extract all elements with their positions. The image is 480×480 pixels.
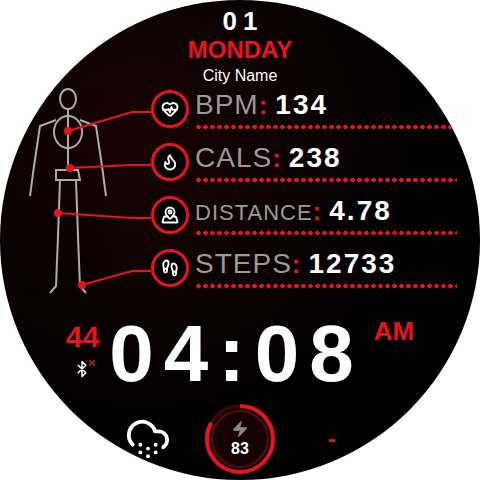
stat-label: CALS	[195, 143, 272, 172]
bolt-icon	[231, 420, 249, 438]
stat-value: 238	[289, 143, 342, 172]
skeleton-icon	[20, 86, 151, 298]
stat-label: STEPS	[195, 249, 292, 278]
stat-body: CALS:238	[195, 139, 457, 183]
stat-line: DISTANCE:4.78	[195, 196, 457, 225]
flame-icon	[151, 143, 189, 181]
stat-label: DISTANCE	[195, 201, 313, 224]
stat-line: CALS:238	[195, 143, 457, 172]
city-name: City Name	[203, 68, 278, 84]
stat-label: BPM	[195, 90, 259, 119]
stat-separator: :	[272, 145, 281, 172]
battery-ring: 83	[201, 400, 279, 478]
heart-pulse-icon	[151, 90, 189, 128]
stat-row: BPM:134	[151, 86, 457, 139]
seconds-column: 44	[66, 314, 99, 378]
shoe-icon	[151, 249, 189, 287]
seconds: 44	[66, 322, 99, 352]
map-pin-icon	[151, 196, 189, 234]
date-header: 01 MONDAY City Name	[188, 8, 292, 84]
stat-row: CALS:238	[151, 139, 457, 192]
stat-line: STEPS:12733	[195, 249, 457, 278]
dotted-strip	[195, 283, 457, 289]
battery-ring-icon	[201, 400, 279, 478]
dotted-strip	[195, 177, 457, 183]
stats-section: BPM:134CALS:238DISTANCE:4.78STEPS:12733	[0, 86, 480, 298]
stat-separator: :	[292, 251, 301, 278]
stat-line: BPM:134	[195, 90, 457, 119]
stat-body: STEPS:12733	[195, 245, 457, 289]
stats-list: BPM:134CALS:238DISTANCE:4.78STEPS:12733	[151, 86, 457, 298]
snow-cloud-icon	[125, 416, 171, 462]
disconnected-icon	[87, 358, 97, 368]
bluetooth-icon	[73, 360, 91, 378]
stat-body: DISTANCE:4.78	[195, 192, 457, 236]
bottom-row: 83 -	[102, 400, 378, 478]
time-row: 44 04:08 AM	[66, 314, 414, 394]
stat-separator: :	[313, 198, 322, 225]
clock: 04:08	[109, 314, 364, 394]
am-pm: AM	[374, 314, 414, 344]
battery-slot: 83	[194, 400, 286, 478]
weather-slot	[102, 416, 194, 462]
stat-separator: :	[259, 92, 268, 119]
stat-value: 134	[275, 90, 328, 119]
temperature: -	[328, 425, 336, 453]
stat-row: STEPS:12733	[151, 245, 457, 298]
weekday: MONDAY	[188, 38, 292, 62]
stat-body: BPM:134	[195, 86, 457, 130]
watch-face: 01MONDAYCity NameBPM:134CALS:238DISTANCE…	[0, 0, 480, 480]
stat-value: 12733	[308, 249, 396, 278]
dotted-strip	[195, 230, 457, 236]
dotted-strip	[195, 124, 457, 130]
day-number: 01	[217, 8, 264, 34]
battery-reading: 83	[231, 440, 249, 458]
stat-value: 4.78	[329, 196, 392, 225]
stat-row: DISTANCE:4.78	[151, 192, 457, 245]
temperature-slot: -	[286, 425, 378, 453]
